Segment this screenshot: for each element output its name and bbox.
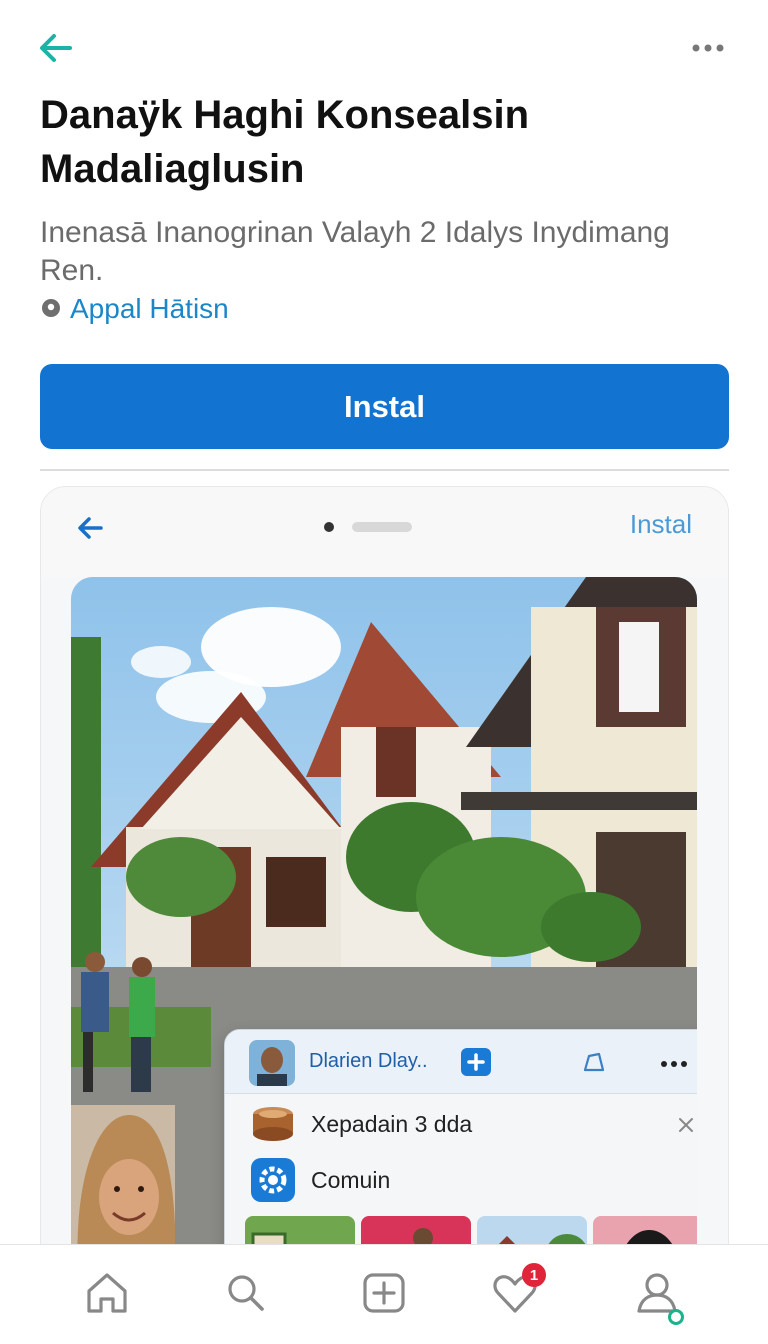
more-icon <box>661 1061 687 1067</box>
add-icon <box>363 1273 405 1313</box>
back-button[interactable] <box>34 28 78 68</box>
list-item-label: Xepadain 3 dda <box>311 1110 473 1137</box>
online-status-dot <box>668 1309 684 1325</box>
nav-search[interactable] <box>215 1263 275 1323</box>
close-icon <box>679 1118 693 1132</box>
preview-header: Instal <box>41 487 728 577</box>
location-pin-icon <box>42 299 60 317</box>
notification-badge: 1 <box>522 1263 546 1287</box>
developer-link[interactable]: Appal Hātisn <box>40 290 229 328</box>
gear-icon <box>251 1158 295 1202</box>
developer-name: Appal Hātisn <box>70 293 229 324</box>
back-arrow-icon <box>78 517 103 539</box>
add-button[interactable] <box>461 1048 491 1076</box>
nav-home[interactable] <box>77 1263 137 1323</box>
screenshot-preview-card[interactable]: Instal Dlarien Dlay.. Xepadain 3 dda Com… <box>40 486 729 1286</box>
close-button[interactable] <box>675 1114 697 1136</box>
more-options-button[interactable] <box>688 34 732 62</box>
pager-dot <box>352 522 412 532</box>
plus-icon <box>467 1053 485 1071</box>
app-title: Danaÿk Haghi Konsealsin Madaliaglusin <box>40 93 530 191</box>
notification-button[interactable] <box>579 1048 609 1078</box>
drum-icon <box>253 1107 293 1141</box>
list-item[interactable]: Xepadain 3 dda <box>249 1100 472 1148</box>
divider <box>40 469 729 471</box>
preview-more-button[interactable] <box>659 1060 689 1068</box>
nav-add[interactable] <box>354 1263 414 1323</box>
install-button[interactable]: Instal <box>40 364 729 449</box>
preview-back-button[interactable] <box>73 511 107 545</box>
preview-photo: Dlarien Dlay.. Xepadain 3 dda Comuin <box>71 577 697 1285</box>
list-item-label: Comuin <box>311 1166 391 1193</box>
app-subtitle: Inenasā Inanogrinan Valayh 2 Idalys Inyd… <box>40 216 670 287</box>
preview-install-link[interactable]: Instal <box>630 509 692 540</box>
bell-icon <box>583 1052 605 1072</box>
bottom-navigation: 1 <box>0 1244 768 1344</box>
back-arrow-icon <box>40 34 72 62</box>
search-icon <box>228 1275 264 1311</box>
home-icon <box>87 1273 127 1313</box>
preview-window-header: Dlarien Dlay.. <box>225 1030 697 1094</box>
more-icon <box>692 44 724 52</box>
top-bar <box>0 0 768 95</box>
pager-dot-active <box>324 522 334 532</box>
avatar[interactable] <box>249 1040 295 1086</box>
profile-name: Dlarien Dlay.. <box>309 1050 428 1072</box>
pager-dots <box>324 522 412 532</box>
list-item[interactable]: Comuin <box>249 1156 390 1204</box>
